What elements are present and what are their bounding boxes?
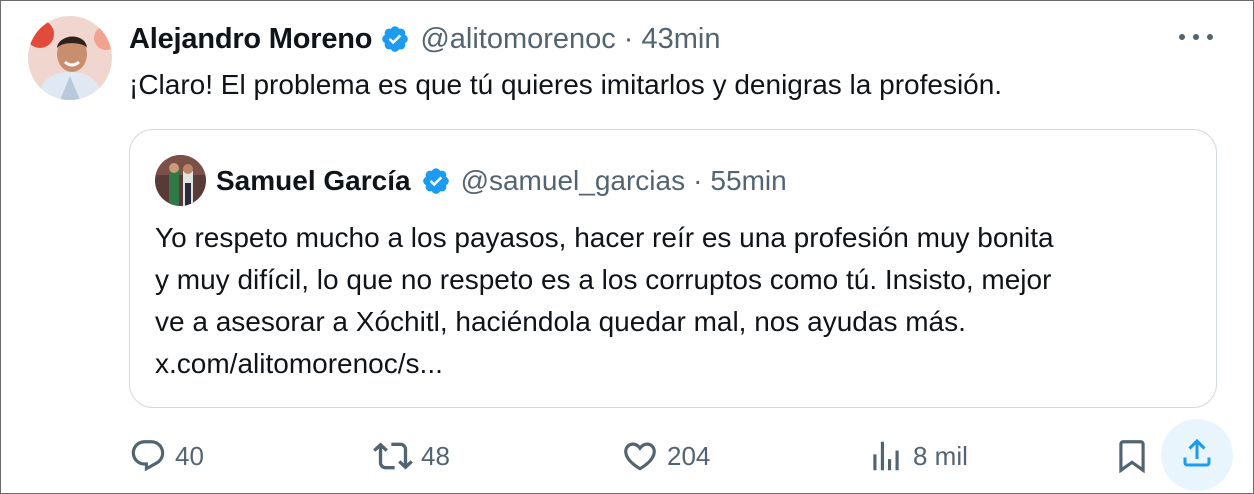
action-bar: 40 48 204 8 mil xyxy=(1,431,1254,481)
quoted-link[interactable]: x.com/alitomorenoc/s... xyxy=(155,343,1054,385)
bookmark-icon xyxy=(1113,437,1151,475)
quoted-tweet[interactable]: Samuel García @samuel_garcias · 55min Yo… xyxy=(129,129,1217,408)
reply-button[interactable]: 40 xyxy=(129,431,204,481)
repost-count: 48 xyxy=(421,440,450,471)
more-icon[interactable] xyxy=(1179,27,1213,47)
tweet-card: Alejandro Moreno @alitomorenoc · 43min ¡… xyxy=(0,0,1254,494)
quoted-header: Samuel García @samuel_garcias · 55min xyxy=(216,162,787,200)
reply-count: 40 xyxy=(175,440,204,471)
views-icon xyxy=(867,437,905,475)
share-button[interactable] xyxy=(1161,419,1233,491)
quoted-author-name[interactable]: Samuel García xyxy=(216,165,411,197)
repost-icon xyxy=(373,436,413,476)
like-count: 204 xyxy=(667,440,711,471)
quoted-author-avatar[interactable] xyxy=(155,155,206,206)
author-name[interactable]: Alejandro Moreno xyxy=(129,23,373,56)
tweet-text: ¡Claro! El problema es que tú quieres im… xyxy=(129,69,1003,100)
verified-badge-icon xyxy=(380,24,410,54)
quoted-timestamp[interactable]: 55min xyxy=(710,165,786,197)
views-button[interactable]: 8 mil xyxy=(867,431,968,481)
author-handle[interactable]: @alitomorenoc xyxy=(420,23,615,56)
views-count: 8 mil xyxy=(913,440,968,471)
quoted-text-line: ve a asesorar a Xóchitl, haciéndola qued… xyxy=(155,306,966,337)
separator-dot: · xyxy=(693,165,703,196)
quoted-author-handle[interactable]: @samuel_garcias xyxy=(461,165,686,197)
tweet-timestamp[interactable]: 43min xyxy=(641,23,720,56)
verified-badge-icon xyxy=(421,166,451,196)
separator-dot: · xyxy=(623,22,634,55)
tweet-header: Alejandro Moreno @alitomorenoc · 43min xyxy=(129,19,720,59)
quoted-text-line: y muy difícil, lo que no respeto es a lo… xyxy=(155,264,1052,295)
heart-icon xyxy=(621,437,659,475)
share-icon xyxy=(1179,435,1215,476)
repost-button[interactable]: 48 xyxy=(373,431,450,481)
like-button[interactable]: 204 xyxy=(621,431,710,481)
author-avatar[interactable] xyxy=(28,16,112,100)
bookmark-button[interactable] xyxy=(1113,431,1151,481)
reply-icon xyxy=(129,437,167,475)
quoted-text: Yo respeto mucho a los payasos, hacer re… xyxy=(155,217,1054,385)
quoted-text-line: Yo respeto mucho a los payasos, hacer re… xyxy=(155,222,1054,253)
